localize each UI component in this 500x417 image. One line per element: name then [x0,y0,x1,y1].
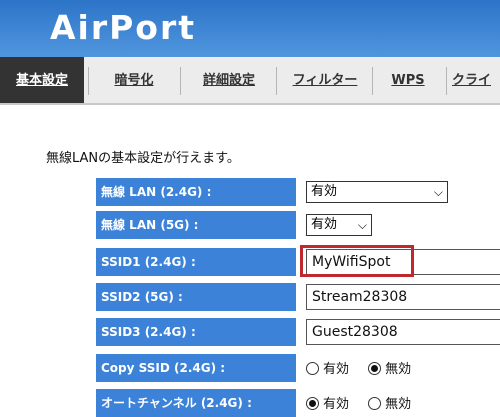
tab-filter[interactable]: フィルター [280,57,370,103]
auto-channel-disable-radio[interactable]: 無効 [368,391,411,417]
header-bar: AirPort [0,0,500,57]
radio-selected-icon [306,397,319,410]
intro-text: 無線LANの基本設定が行えます。 [46,151,240,166]
ssid3-input[interactable]: Guest28308 [306,319,500,345]
wireless-lan-24g-value: 有効 [311,184,338,199]
tab-divider [276,67,277,95]
auto-channel-enable-radio[interactable]: 有効 [306,391,349,417]
copy-ssid-radio-group: 有効 無効 [306,354,425,382]
main-content: 無線LANの基本設定が行えます。 無線 LAN (2.4G) : 有効 ⌵ 無線… [0,107,500,417]
ssid2-label: SSID2 (5G) : [96,283,296,311]
copy-ssid-disable-radio[interactable]: 無効 [368,356,411,384]
chevron-down-icon: ⌵ [357,218,367,232]
tab-basic-settings[interactable]: 基本設定 [0,57,84,103]
chevron-down-icon: ⌵ [433,185,443,199]
tab-client[interactable]: クライ [452,57,500,103]
ssid1-label: SSID1 (2.4G) : [96,248,296,276]
auto-channel-radio-group: 有効 無効 [306,389,425,417]
tab-wps[interactable]: WPS [376,57,440,103]
wireless-lan-24g-select[interactable]: 有効 ⌵ [306,181,448,203]
radio-label: 有効 [323,362,350,377]
radio-label: 無効 [385,362,412,377]
tab-divider [180,67,181,95]
ssid2-input[interactable]: Stream28308 [306,284,500,310]
ssid3-label: SSID3 (2.4G) : [96,318,296,346]
copy-ssid-label: Copy SSID (2.4G) : [96,354,296,382]
auto-channel-label: オートチャンネル (2.4G) : [96,389,296,417]
tab-divider [446,67,447,95]
wireless-lan-24g-label: 無線 LAN (2.4G) : [96,178,296,206]
wireless-lan-5g-label: 無線 LAN (5G) : [96,211,296,239]
copy-ssid-enable-radio[interactable]: 有効 [306,356,349,384]
tab-divider [88,67,89,95]
radio-selected-icon [368,362,382,375]
tab-divider [372,67,373,95]
ssid1-highlight [300,245,414,277]
tab-encryption[interactable]: 暗号化 [92,57,176,103]
radio-label: 有効 [323,397,350,412]
radio-unselected-icon [368,397,382,410]
wireless-lan-5g-select[interactable]: 有効 ⌵ [306,214,372,236]
tab-bar: 基本設定 暗号化 詳細設定 フィルター WPS クライ [0,57,500,105]
airport-logo: AirPort [50,8,197,47]
tab-advanced-settings[interactable]: 詳細設定 [184,57,274,103]
radio-label: 無効 [385,397,412,412]
wireless-lan-5g-value: 有効 [311,217,338,232]
radio-unselected-icon [306,362,319,375]
